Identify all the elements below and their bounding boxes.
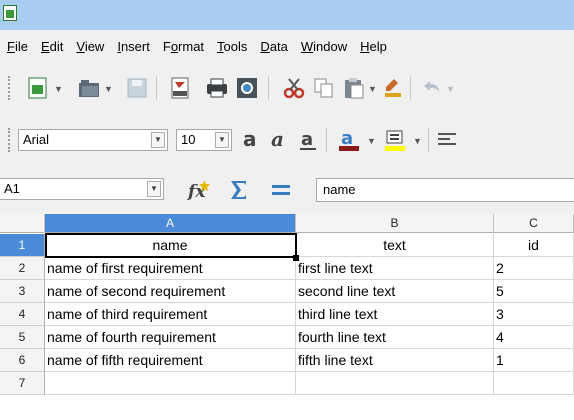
row-header-2[interactable]: 2 [0, 257, 45, 280]
font-size-dropdown-icon[interactable]: ▼ [215, 132, 229, 148]
row-header-1[interactable]: 1 [0, 234, 45, 257]
export-pdf-icon[interactable] [169, 77, 191, 99]
paste-icon[interactable] [343, 77, 365, 99]
cut-icon[interactable] [283, 77, 305, 99]
save-icon[interactable] [126, 77, 148, 99]
cell-c1[interactable]: id [494, 234, 574, 257]
menu-insert[interactable]: Insert [110, 36, 156, 58]
align-left-icon[interactable] [436, 129, 458, 151]
cell-c6[interactable]: 1 [494, 349, 574, 372]
column-header-b[interactable]: B [296, 214, 494, 233]
cell-a2[interactable]: name of first requirement [45, 257, 296, 280]
sum-icon[interactable] [229, 178, 249, 202]
name-box-dropdown-icon[interactable]: ▼ [147, 181, 161, 197]
row-header-7[interactable]: 7 [0, 372, 45, 395]
bold-icon[interactable]: a [240, 129, 262, 151]
paste-dropdown-icon[interactable]: ▼ [368, 84, 377, 94]
cell-b1[interactable]: text [296, 234, 494, 257]
cell-b2[interactable]: first line text [296, 257, 494, 280]
font-color-icon[interactable]: a [336, 128, 362, 152]
name-box[interactable]: A1 ▼ [0, 178, 164, 200]
print-icon[interactable] [206, 77, 228, 99]
font-size-combo[interactable]: 10 ▼ [176, 129, 232, 151]
cell-c5[interactable]: 4 [494, 326, 574, 349]
svg-text:a: a [341, 128, 353, 149]
font-name-combo[interactable]: Arial ▼ [18, 129, 168, 151]
row-header-3[interactable]: 3 [0, 280, 45, 303]
toolbar-separator [268, 76, 269, 100]
menu-edit[interactable]: Edit [34, 36, 69, 58]
spreadsheet-grid[interactable]: A B C 1 name text id 2 name of first requirement… [0, 214, 574, 420]
menu-tools[interactable]: Tools [210, 36, 253, 58]
toolbar-separator [156, 76, 157, 100]
toolbar-grip[interactable] [8, 76, 13, 100]
undo-dropdown-icon[interactable]: ▼ [446, 84, 455, 94]
row-header-6[interactable]: 6 [0, 349, 45, 372]
title-bar [0, 0, 574, 30]
autofill-handle[interactable] [293, 255, 299, 261]
cell-c3[interactable]: 5 [494, 280, 574, 303]
open-folder-icon[interactable] [78, 77, 100, 99]
menu-bar: File Edit View Insert Format Tools Data Window H… [0, 36, 393, 58]
calc-app-icon [3, 5, 17, 21]
cell-c2[interactable]: 2 [494, 257, 574, 280]
cell-b5[interactable]: fourth line text [296, 326, 494, 349]
cell-a1[interactable]: name [45, 234, 296, 257]
copy-icon[interactable] [313, 77, 335, 99]
row-header-5[interactable]: 5 [0, 326, 45, 349]
font-name-dropdown-icon[interactable]: ▼ [151, 132, 165, 148]
cell-b6[interactable]: fifth line text [296, 349, 494, 372]
highlight-color-icon[interactable] [382, 128, 408, 152]
formula-input[interactable]: name [316, 178, 574, 202]
clone-formatting-icon[interactable] [382, 77, 404, 99]
cell-a6[interactable]: name of fifth requirement [45, 349, 296, 372]
new-document-icon[interactable] [27, 77, 49, 99]
font-color-dropdown-icon[interactable]: ▼ [367, 136, 376, 146]
cell-b7[interactable] [296, 372, 494, 395]
cell-b4[interactable]: third line text [296, 303, 494, 326]
cell-a7[interactable] [45, 372, 296, 395]
undo-icon[interactable] [420, 77, 442, 99]
menu-view[interactable]: View [69, 36, 110, 58]
cell-c4[interactable]: 3 [494, 303, 574, 326]
toolbar-grip[interactable] [8, 128, 13, 152]
svg-text:a: a [271, 129, 284, 151]
standard-toolbar: ▼ ▼ ▼ ▼ [0, 70, 574, 106]
open-dropdown-icon[interactable]: ▼ [104, 84, 113, 94]
menu-help[interactable]: Help [353, 36, 393, 58]
menu-data[interactable]: Data [253, 36, 293, 58]
toolbar-separator [410, 76, 411, 100]
formula-equals-icon[interactable] [270, 180, 292, 200]
cell-a5[interactable]: name of fourth requirement [45, 326, 296, 349]
cell-a4[interactable]: name of third requirement [45, 303, 296, 326]
formatting-toolbar: Arial ▼ 10 ▼ a a a a ▼ ▼ [0, 122, 574, 158]
cell-c7[interactable] [494, 372, 574, 395]
toolbar-separator [428, 128, 429, 152]
highlight-dropdown-icon[interactable]: ▼ [413, 136, 422, 146]
svg-text:a: a [301, 129, 313, 150]
font-size-value: 10 [181, 132, 196, 147]
menu-format[interactable]: Format [156, 36, 210, 58]
column-header-a[interactable]: A [45, 214, 296, 233]
select-all-corner[interactable] [0, 214, 45, 233]
font-name-value: Arial [23, 132, 50, 147]
name-box-value: A1 [4, 181, 20, 196]
underline-icon[interactable]: a [297, 129, 319, 151]
column-header-c[interactable]: C [494, 214, 574, 233]
row-header-4[interactable]: 4 [0, 303, 45, 326]
new-dropdown-icon[interactable]: ▼ [54, 84, 63, 94]
svg-text:a: a [243, 129, 257, 151]
menu-file[interactable]: File [0, 36, 34, 58]
print-preview-icon[interactable] [236, 77, 258, 99]
toolbar-separator [326, 128, 327, 152]
cell-a3[interactable]: name of second requirement [45, 280, 296, 303]
cell-b3[interactable]: second line text [296, 280, 494, 303]
function-wizard-icon[interactable]: fx [186, 178, 212, 202]
menu-window[interactable]: Window [294, 36, 353, 58]
italic-icon[interactable]: a [268, 129, 290, 151]
